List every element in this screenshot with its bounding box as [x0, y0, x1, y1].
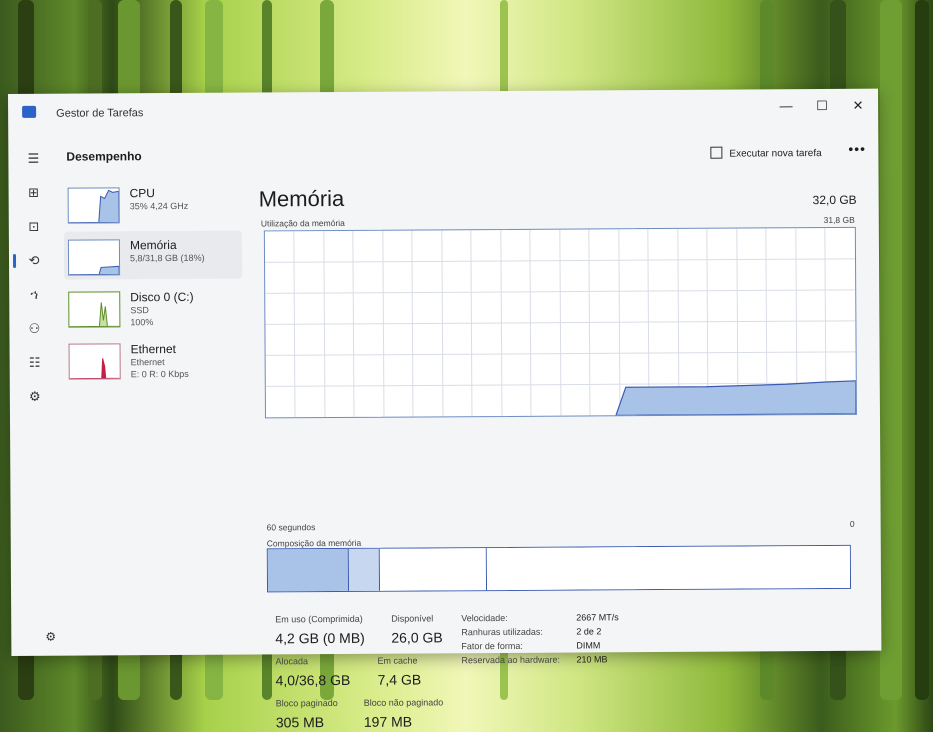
memory-usage-area [615, 380, 857, 416]
close-button[interactable]: ✕ [840, 95, 876, 117]
minimize-button[interactable]: — [768, 95, 804, 117]
hardware-reserved-label: Reservada ao hardware: [461, 654, 561, 666]
cpu-thumbnail-graph [67, 187, 120, 224]
in-use-label: Em uso (Comprimida) [275, 613, 363, 625]
active-indicator [12, 253, 17, 268]
composition-standby[interactable] [379, 548, 488, 591]
title-bar: Gestor de Tarefas — ☐ ✕ [8, 89, 878, 130]
task-manager-icon [22, 105, 37, 118]
memory-usage-svg [265, 228, 857, 418]
composition-caption: Composição da memória [266, 537, 362, 549]
committed-value: 4,0/36,8 GB [275, 671, 351, 689]
section-title: Memória [258, 185, 345, 212]
sidebar-item-memory[interactable]: Memória 5,8/31,8 GB (18%) [63, 230, 243, 280]
more-options-button[interactable]: ••• [848, 141, 866, 157]
slots-label: Ranhuras utilizadas: [461, 626, 543, 638]
memory-panel: Memória 32,0 GB Utilização da memória 31… [259, 183, 859, 730]
new-task-icon [710, 146, 723, 159]
memory-usage-graph [263, 226, 857, 419]
performance-sidebar: CPU 35% 4,24 GHz Memória 5,8/31,8 GB (18… [63, 179, 243, 380]
sidebar-item-detail: Ethernet [130, 357, 165, 368]
sidebar-item-label: CPU [129, 186, 155, 201]
time-axis-left: 60 segundos [266, 522, 316, 533]
run-new-task-label: Executar nova tarefa [729, 148, 822, 160]
memory-composition-bar [266, 544, 852, 593]
sidebar-item-label: Memória [129, 237, 177, 253]
memory-thumbnail-graph [67, 239, 121, 276]
nonpaged-pool-value: 197 MB [363, 713, 413, 730]
users-icon[interactable]: ⚇ [25, 320, 43, 338]
task-manager-window: Gestor de Tarefas — ☐ ✕ ☰ ⊞ ⊡ ⟲ ኀ ⚇ ☷ ⚙ … [8, 88, 882, 730]
window-title: Gestor de Tarefas [56, 107, 144, 120]
sidebar-item-detail: 35% 4,24 GHz [129, 200, 189, 212]
usage-graph-caption: Utilização da memória [260, 217, 345, 229]
page-title: Desempenho [66, 149, 142, 164]
sidebar-item-detail: 100% [130, 317, 154, 328]
slots-value: 2 de 2 [576, 626, 602, 637]
paged-pool-value: 305 MB [275, 714, 325, 731]
details-icon[interactable]: ☷ [26, 354, 44, 372]
startup-apps-icon[interactable]: ኀ [25, 286, 43, 304]
form-factor-label: Fator de forma: [461, 640, 523, 652]
sidebar-item-detail: 5,8/31,8 GB (18%) [129, 252, 205, 264]
available-value: 26,0 GB [391, 629, 443, 646]
available-label: Disponível [391, 613, 434, 624]
sidebar-item-disk[interactable]: Disco 0 (C:) SSD 100% [64, 283, 242, 332]
speed-label: Velocidade: [461, 612, 508, 624]
in-use-value: 4,2 GB (0 MB) [275, 629, 365, 647]
sidebar-item-detail: E: 0 R: 0 Kbps [130, 368, 189, 380]
processes-icon[interactable]: ⊞ [25, 184, 43, 202]
nonpaged-pool-label: Bloco não paginado [363, 697, 444, 708]
sidebar-item-label: Disco 0 (C:) [130, 289, 194, 305]
sidebar-item-label: Ethernet [130, 341, 176, 357]
settings-icon[interactable]: ⚙ [45, 630, 56, 644]
speed-value: 2667 MT/s [576, 612, 619, 623]
ethernet-thumbnail-graph [68, 343, 121, 380]
time-axis-right: 0 [849, 518, 855, 529]
run-new-task-button[interactable]: Executar nova tarefa [710, 146, 822, 160]
composition-in-use[interactable] [267, 548, 350, 592]
navigation-rail: ☰ ⊞ ⊡ ⟲ ኀ ⚇ ☷ ⚙ [8, 130, 61, 656]
composition-free[interactable] [486, 545, 851, 591]
services-icon[interactable]: ⚙ [26, 388, 44, 406]
composition-modified[interactable] [348, 548, 381, 591]
committed-label: Alocada [275, 656, 309, 667]
form-factor-value: DIMM [576, 640, 601, 651]
sidebar-item-detail: SSD [130, 305, 149, 316]
cached-label: Em cache [377, 655, 418, 666]
disk-thumbnail-graph [68, 291, 121, 328]
sidebar-item-ethernet[interactable]: Ethernet Ethernet E: 0 R: 0 Kbps [64, 335, 242, 384]
usage-graph-max: 31,8 GB [823, 214, 855, 226]
cached-value: 7,4 GB [377, 671, 422, 688]
app-history-icon[interactable]: ⟲ [25, 252, 43, 270]
performance-icon[interactable]: ⊡ [25, 218, 43, 236]
hardware-reserved-value: 210 MB [576, 654, 608, 665]
total-memory: 32,0 GB [812, 192, 857, 208]
maximize-button[interactable]: ☐ [804, 95, 840, 117]
hamburger-menu-icon[interactable]: ☰ [24, 150, 42, 168]
sidebar-item-cpu[interactable]: CPU 35% 4,24 GHz [64, 179, 242, 228]
